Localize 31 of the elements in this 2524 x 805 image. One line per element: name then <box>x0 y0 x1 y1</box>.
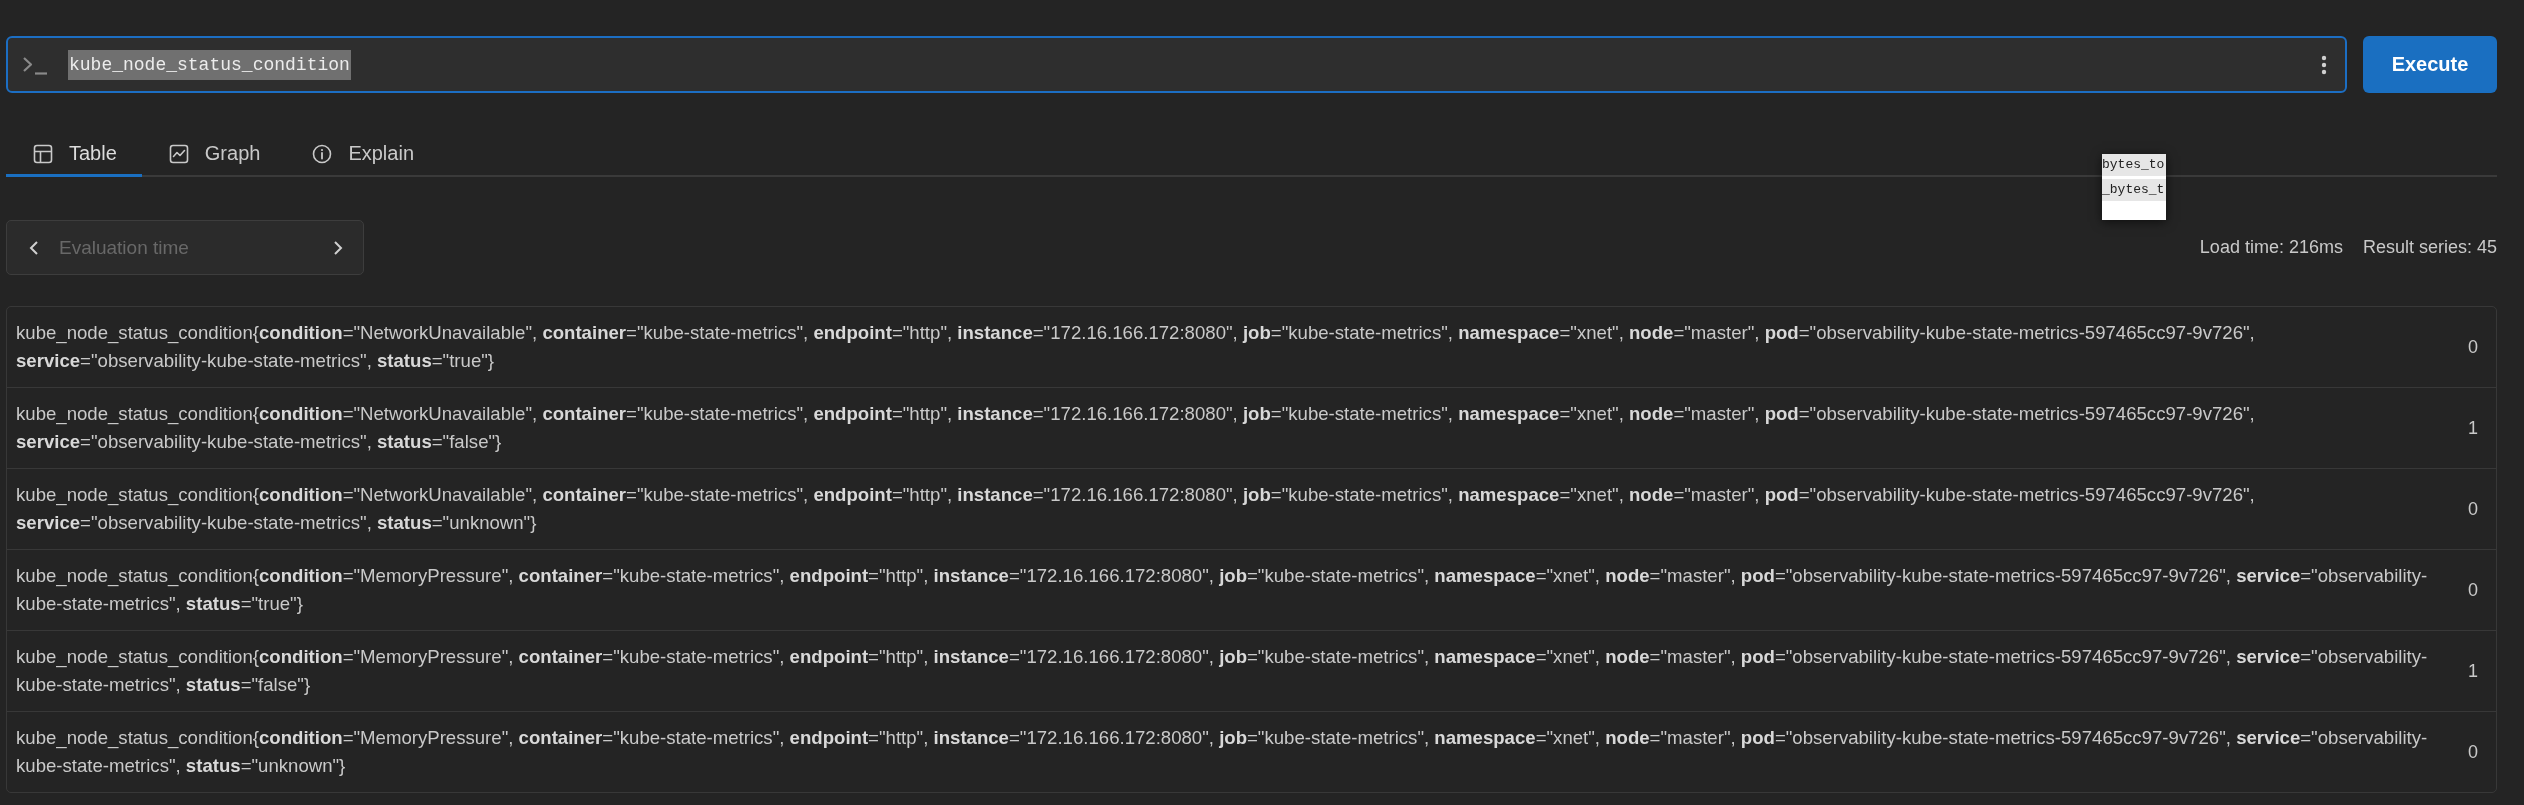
series-label: kube_node_status_condition{condition="MemoryPressure", container="kube-state-metrics", endpoint="http", instance="172.16.166.172:8080", job="kube-state-metrics", namespace="xnet", node="master", pod="observability-kube-state-metrics-597465cc97-9v726", service="observability- kube-state-metrics", status="false"} <box>16 645 2429 697</box>
evaluation-time-input[interactable]: Evaluation time <box>59 236 323 259</box>
terminal-prompt-icon <box>22 54 48 75</box>
evaluation-time-picker[interactable]: Evaluation time <box>6 220 364 275</box>
series-value: 0 <box>2467 741 2478 763</box>
execute-button[interactable]: Execute <box>2363 36 2497 93</box>
autocomplete-item[interactable]: _bytes_t <box>2102 179 2166 204</box>
tab[interactable]: Graph <box>141 133 286 177</box>
chart-icon <box>168 143 189 164</box>
series-label: kube_node_status_condition{condition="MemoryPressure", container="kube-state-metrics", endpoint="http", instance="172.16.166.172:8080", job="kube-state-metrics", namespace="xnet", node="master", pod="observability-kube-state-metrics-597465cc97-9v726", service="observability- kube-state-metrics", status="unknown"} <box>16 726 2429 778</box>
load-time-text: Load time: 216ms <box>2199 237 2343 258</box>
series-value: 1 <box>2467 417 2478 439</box>
series-label: kube_node_status_condition{condition="NetworkUnavailable", container="kube-state-metrics", endpoint="http", instance="172.16.166.172:8080", job="kube-state-metrics", namespace="xnet", node="master", pod="observability-kube-state-metrics-597465cc97-9v726", service="observability-kube-state-metrics", status="false"} <box>16 402 2256 454</box>
series-label: kube_node_status_condition{condition="NetworkUnavailable", container="kube-state-metrics", endpoint="http", instance="172.16.166.172:8080", job="kube-state-metrics", namespace="xnet", node="master", pod="observability-kube-state-metrics-597465cc97-9v726", service="observability-kube-state-metrics", status="true"} <box>16 321 2256 373</box>
info-icon <box>312 143 333 164</box>
table-icon <box>33 143 53 164</box>
result-series-text: Result series: 45 <box>2362 237 2497 258</box>
series-label: kube_node_status_condition{condition="MemoryPressure", container="kube-state-metrics", endpoint="http", instance="172.16.166.172:8080", job="kube-state-metrics", namespace="xnet", node="master", pod="observability-kube-state-metrics-597465cc97-9v726", service="observability- kube-state-metrics", status="true"} <box>16 564 2429 616</box>
query-text[interactable]: kube_node_status_condition <box>68 49 351 80</box>
series-label: kube_node_status_condition{condition="NetworkUnavailable", container="kube-state-metrics", endpoint="http", instance="172.16.166.172:8080", job="kube-state-metrics", namespace="xnet", node="master", pod="observability-kube-state-metrics-597465cc97-9v726", service="observability-kube-state-metrics", status="unknown"} <box>16 483 2256 535</box>
chevron-left-icon[interactable] <box>29 239 39 256</box>
series-value: 1 <box>2467 660 2478 682</box>
tab[interactable]: Explain <box>285 133 439 177</box>
series-value: 0 <box>2467 498 2478 520</box>
tab[interactable]: Table <box>6 133 142 177</box>
query-field[interactable]: kube_node_status_condition <box>6 36 2347 93</box>
series-value: 0 <box>2467 336 2478 358</box>
series-value: 0 <box>2467 579 2478 601</box>
autocomplete-item[interactable]: bytes_to <box>2102 154 2166 179</box>
vertical-dots-icon[interactable] <box>2321 54 2327 75</box>
chevron-right-icon[interactable] <box>333 239 343 256</box>
